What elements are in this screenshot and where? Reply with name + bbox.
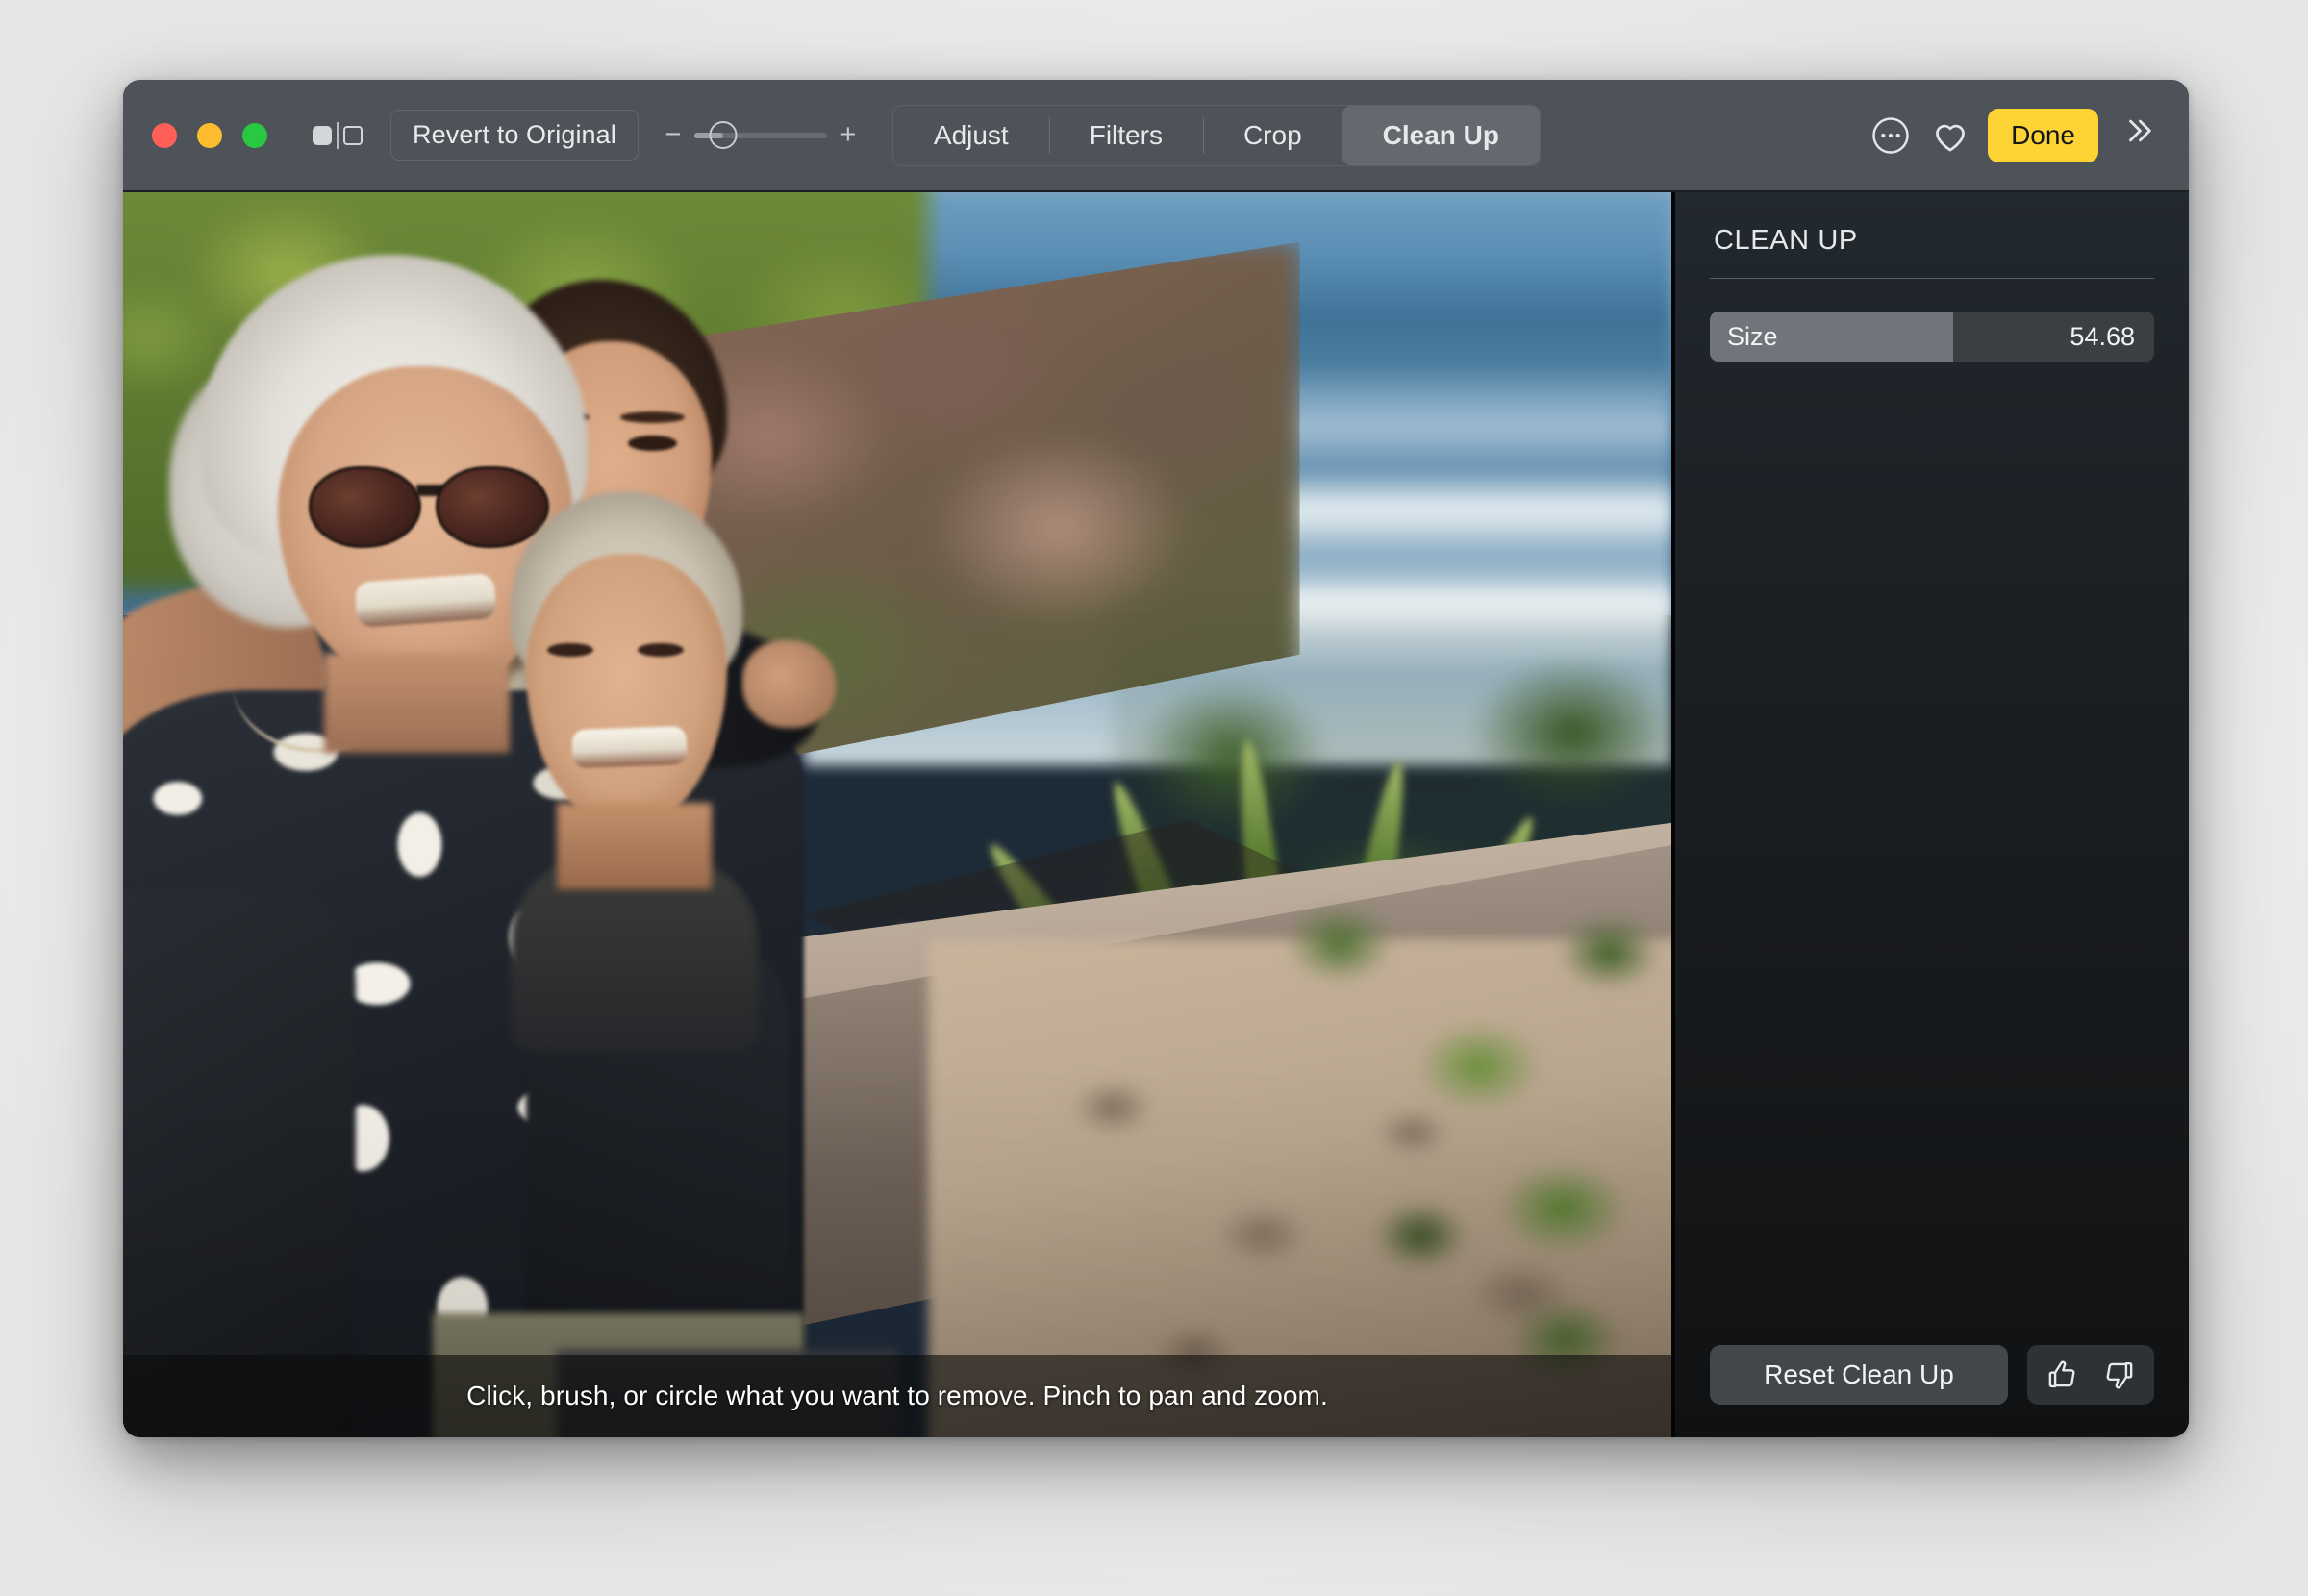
edit-mode-tabs: Adjust Filters Crop Clean Up bbox=[891, 104, 1542, 166]
revert-to-original-button[interactable]: Revert to Original bbox=[390, 110, 639, 161]
compare-outline-square bbox=[343, 125, 363, 145]
tab-clean-up[interactable]: Clean Up bbox=[1342, 105, 1541, 165]
tab-adjust-label: Adjust bbox=[933, 119, 1009, 150]
photo-image bbox=[123, 192, 1671, 1437]
editor-body: Click, brush, or circle what you want to… bbox=[123, 192, 2189, 1437]
tab-crop-label: Crop bbox=[1242, 119, 1302, 150]
compare-divider bbox=[337, 121, 339, 149]
tab-crop[interactable]: Crop bbox=[1202, 106, 1342, 165]
zoom-slider-thumb[interactable] bbox=[709, 120, 738, 149]
traffic-lights bbox=[152, 122, 267, 148]
zoom-in-button[interactable]: + bbox=[835, 121, 862, 149]
heart-icon[interactable] bbox=[1920, 106, 1980, 165]
reset-clean-up-button[interactable]: Reset Clean Up bbox=[1710, 1345, 2008, 1405]
feedback-group bbox=[2027, 1345, 2154, 1405]
double-chevron-right-icon[interactable] bbox=[2112, 114, 2166, 156]
close-button[interactable] bbox=[152, 122, 177, 148]
maximize-button[interactable] bbox=[242, 122, 267, 148]
zoom-slider-group: − + bbox=[660, 120, 862, 150]
sidebar-footer: Reset Clean Up bbox=[1710, 1345, 2154, 1405]
cleanup-hint-text: Click, brush, or circle what you want to… bbox=[466, 1381, 1328, 1410]
done-button[interactable]: Done bbox=[1988, 108, 2098, 162]
panel-divider bbox=[1710, 278, 2154, 279]
compare-filled-square bbox=[313, 125, 332, 145]
size-slider-label: Size bbox=[1727, 321, 1778, 351]
photos-editor-window: Revert to Original − + Adjust Filters Cr… bbox=[123, 80, 2189, 1437]
tab-filters-label: Filters bbox=[1089, 119, 1163, 150]
compare-before-after-icon[interactable] bbox=[306, 116, 369, 155]
cleanup-hint-banner: Click, brush, or circle what you want to… bbox=[123, 1355, 1671, 1437]
toolbar-actions: Done bbox=[1861, 106, 2166, 165]
reset-clean-up-label: Reset Clean Up bbox=[1764, 1359, 1954, 1389]
ellipsis-circle-icon[interactable] bbox=[1861, 106, 1920, 165]
tab-adjust[interactable]: Adjust bbox=[893, 106, 1049, 165]
tab-clean-up-label: Clean Up bbox=[1382, 119, 1500, 150]
zoom-slider-track[interactable] bbox=[693, 120, 827, 150]
revert-to-original-label: Revert to Original bbox=[413, 120, 616, 149]
photo-vignette bbox=[123, 192, 1671, 1437]
size-slider[interactable]: Size 54.68 bbox=[1710, 312, 2154, 362]
thumbs-down-icon[interactable] bbox=[2091, 1347, 2146, 1403]
size-slider-value: 54.68 bbox=[2070, 321, 2135, 351]
desktop-background: Revert to Original − + Adjust Filters Cr… bbox=[0, 0, 2308, 1596]
panel-title: CLEAN UP bbox=[1714, 225, 1858, 256]
zoom-out-button[interactable]: − bbox=[660, 121, 687, 149]
done-label: Done bbox=[2011, 119, 2075, 150]
window-toolbar: Revert to Original − + Adjust Filters Cr… bbox=[123, 80, 2189, 192]
tab-filters[interactable]: Filters bbox=[1048, 106, 1203, 165]
photo-canvas[interactable]: Click, brush, or circle what you want to… bbox=[123, 192, 1675, 1437]
minimize-button[interactable] bbox=[197, 122, 222, 148]
thumbs-up-icon[interactable] bbox=[2035, 1347, 2091, 1403]
cleanup-sidebar: CLEAN UP Size 54.68 Reset Clean Up bbox=[1675, 192, 2189, 1437]
